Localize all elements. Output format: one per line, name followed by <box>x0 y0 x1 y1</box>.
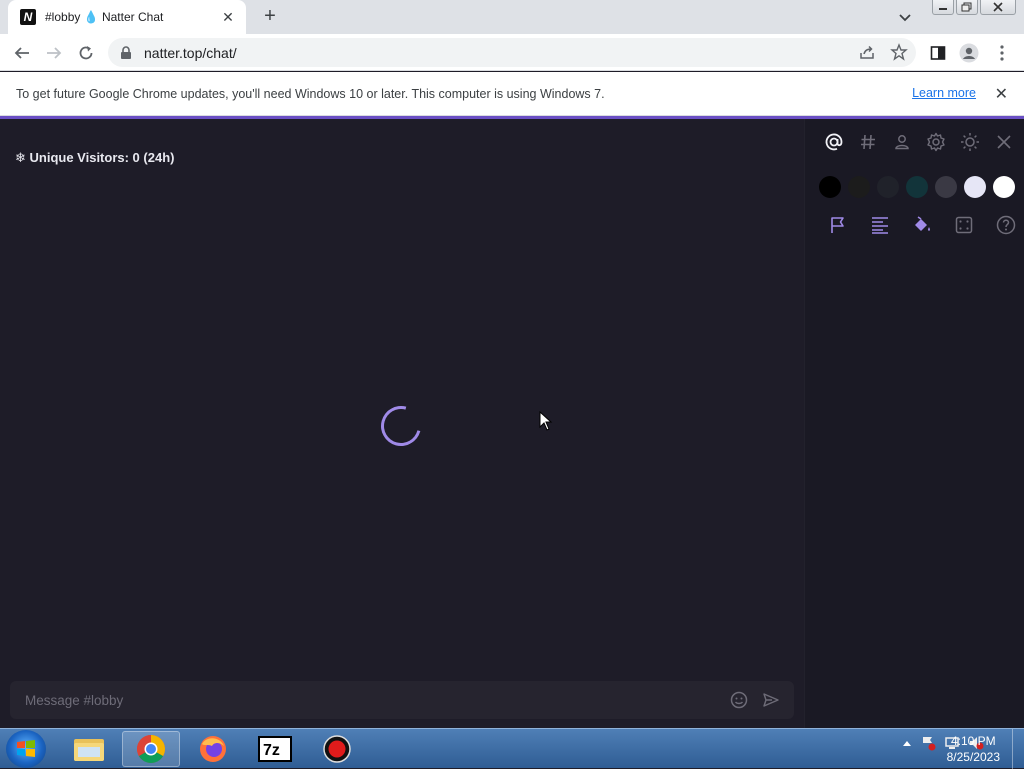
natter-favicon-icon: N <box>20 9 36 25</box>
browser-tab-strip: N #lobby 💧 Natter Chat ✕ + <box>0 0 1024 34</box>
folder-icon <box>74 739 104 761</box>
show-desktop-button[interactable] <box>1012 729 1024 769</box>
back-arrow-icon[interactable] <box>12 43 32 63</box>
taskbar-firefox[interactable] <box>184 731 242 767</box>
swatch-dark-slate[interactable] <box>877 176 899 198</box>
emoji-icon[interactable] <box>730 691 748 709</box>
swatch-white[interactable] <box>993 176 1015 198</box>
chrome-icon <box>137 735 165 763</box>
record-icon <box>323 735 351 763</box>
hash-icon[interactable] <box>851 129 885 155</box>
bookmark-star-icon[interactable] <box>890 43 908 61</box>
firefox-icon <box>200 736 226 762</box>
flag-icon[interactable] <box>817 212 859 238</box>
sidebar-tool-icons <box>817 212 1024 238</box>
infobar-message: To get future Google Chrome updates, you… <box>16 86 605 101</box>
start-button[interactable] <box>6 730 46 768</box>
clock-date: 8/25/2023 <box>946 750 1000 764</box>
swatch-gray[interactable] <box>935 176 957 198</box>
action-center-flag-icon[interactable] <box>920 735 936 751</box>
send-icon[interactable] <box>762 691 780 709</box>
taskbar-7zip[interactable]: 7z <box>246 731 304 767</box>
browser-tab[interactable]: N #lobby 💧 Natter Chat ✕ <box>8 0 246 34</box>
paint-bucket-icon[interactable] <box>901 212 943 238</box>
taskbar-chrome[interactable] <box>122 731 180 767</box>
sidebar-top-icons <box>817 129 1021 155</box>
unique-visitors-label: ❄ Unique Visitors: 0 (24h) <box>15 150 175 165</box>
browser-menu-icon[interactable] <box>991 42 1013 64</box>
forward-arrow-icon[interactable] <box>44 43 64 63</box>
restore-button[interactable] <box>956 0 978 15</box>
help-icon[interactable] <box>985 212 1024 238</box>
tab-close-icon[interactable]: ✕ <box>220 9 236 26</box>
side-panel-icon[interactable] <box>927 42 949 64</box>
loading-spinner-icon <box>373 398 429 454</box>
taskbar-recorder[interactable] <box>308 731 366 767</box>
dice-icon[interactable] <box>943 212 985 238</box>
taskbar-file-explorer[interactable] <box>60 731 118 767</box>
message-input[interactable] <box>25 692 705 708</box>
windows-taskbar: 7z 4:10 PM 8/25/2023 <box>0 728 1024 769</box>
at-icon[interactable] <box>817 129 851 155</box>
gear-icon[interactable] <box>919 129 953 155</box>
mouse-cursor-icon <box>539 411 553 431</box>
chat-app: ❄ Unique Visitors: 0 (24h) <box>0 116 1024 728</box>
message-composer <box>10 681 794 719</box>
theme-color-swatches <box>819 176 1015 198</box>
swatch-lavender-white[interactable] <box>964 176 986 198</box>
swatch-charcoal[interactable] <box>848 176 870 198</box>
browser-toolbar: natter.top/chat/ <box>0 34 1024 71</box>
svg-text:7z: 7z <box>263 742 280 759</box>
profile-avatar-icon[interactable] <box>958 42 980 64</box>
lock-icon[interactable] <box>120 45 132 60</box>
7zip-icon: 7z <box>258 736 292 762</box>
swatch-black[interactable] <box>819 176 841 198</box>
minimize-button[interactable] <box>932 0 954 15</box>
reload-icon[interactable] <box>76 43 96 63</box>
align-left-icon[interactable] <box>859 212 901 238</box>
clock-time: 4:10 PM <box>950 734 996 748</box>
windows-logo-icon <box>17 740 35 757</box>
update-infobar: To get future Google Chrome updates, you… <box>0 72 1024 116</box>
infobar-close-icon[interactable]: ✕ <box>995 84 1008 104</box>
window-close-button[interactable] <box>980 0 1016 15</box>
new-tab-button[interactable]: + <box>258 6 282 28</box>
swatch-dark-teal[interactable] <box>906 176 928 198</box>
tab-search-chevron-down-icon[interactable] <box>896 8 914 26</box>
settings-sidebar <box>804 119 1024 728</box>
url-text: natter.top/chat/ <box>144 44 237 61</box>
tab-title: #lobby 💧 Natter Chat <box>45 10 164 24</box>
system-clock[interactable]: 4:10 PM 8/25/2023 <box>947 733 1000 765</box>
share-icon[interactable] <box>858 43 876 61</box>
sun-icon[interactable] <box>953 129 987 155</box>
tray-expand-chevron-up-icon[interactable] <box>902 739 912 747</box>
learn-more-link[interactable]: Learn more <box>912 86 976 100</box>
user-icon[interactable] <box>885 129 919 155</box>
close-icon[interactable] <box>987 129 1021 155</box>
address-bar[interactable]: natter.top/chat/ <box>108 38 916 67</box>
